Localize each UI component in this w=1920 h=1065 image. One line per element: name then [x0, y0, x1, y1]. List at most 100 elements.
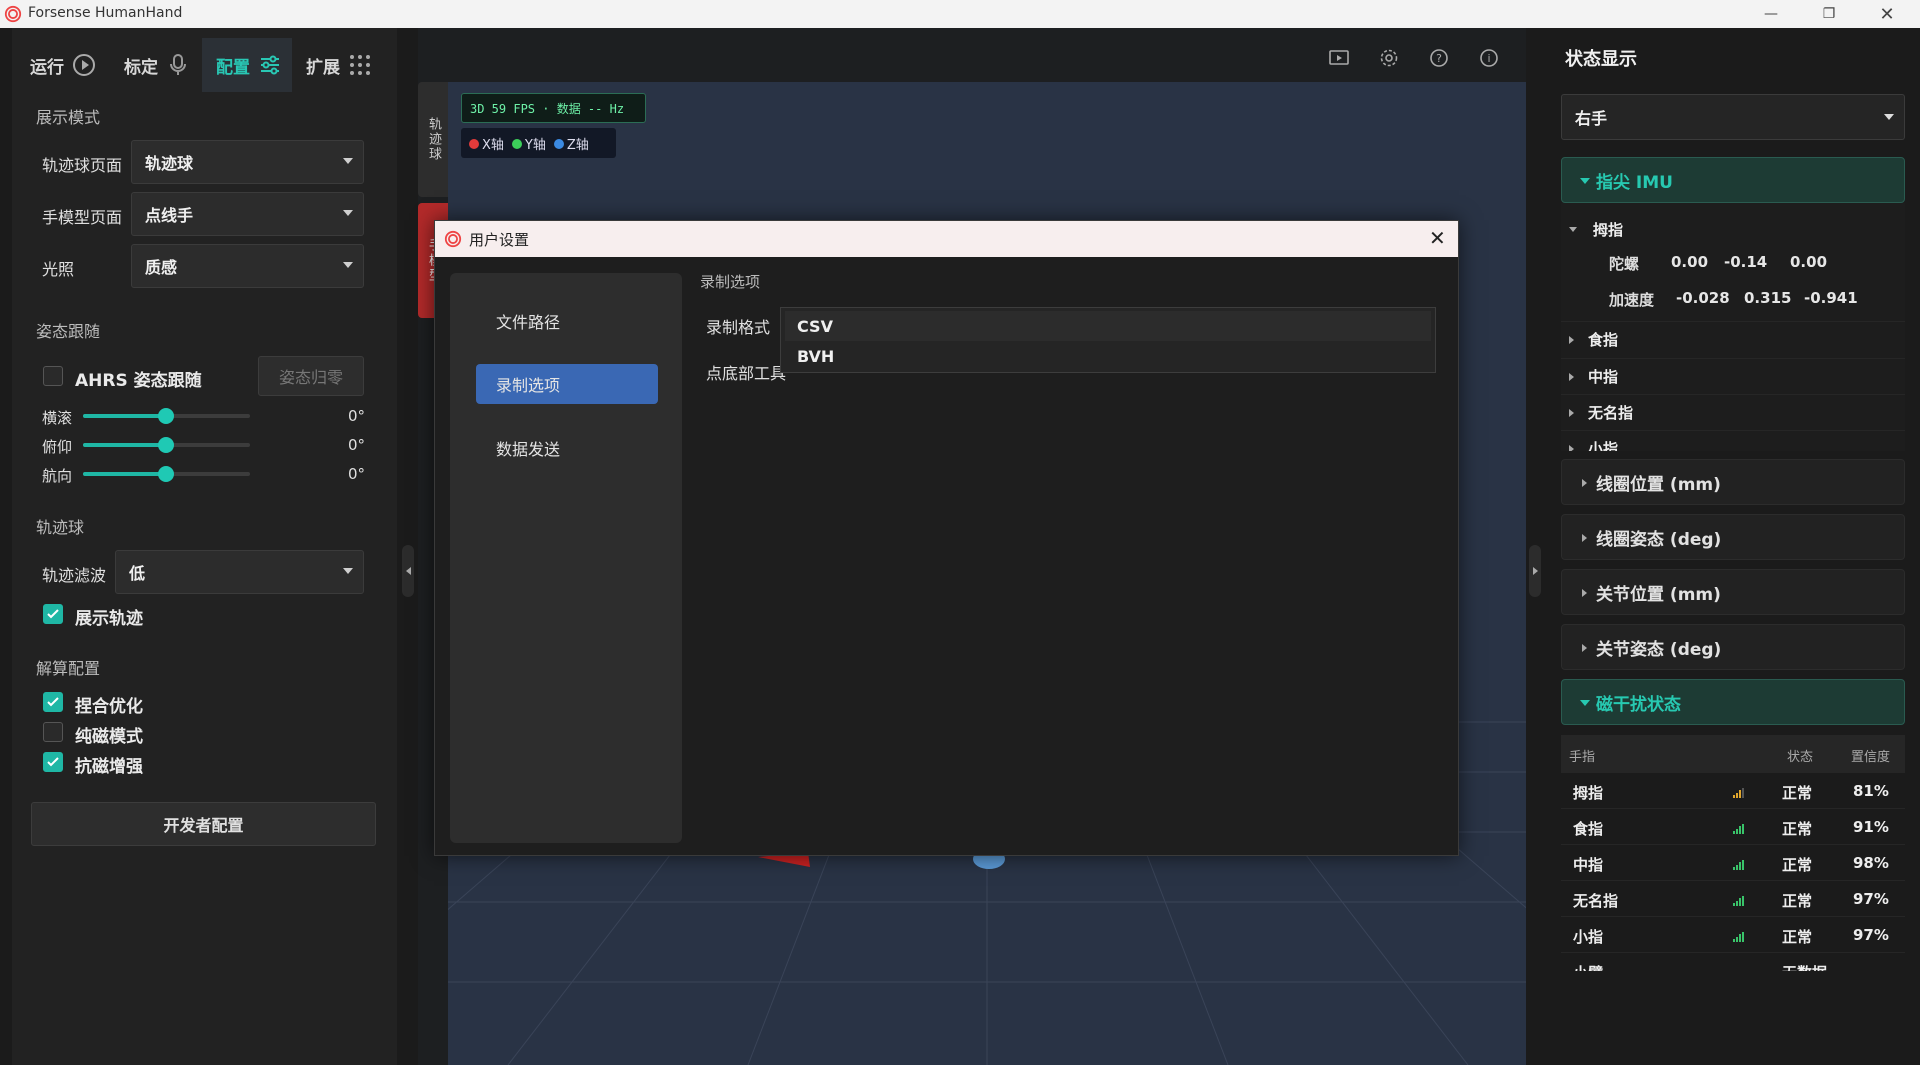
restore-button[interactable]: ❐ — [1800, 0, 1858, 28]
trail-filter-select[interactable]: 低 — [115, 550, 364, 594]
roll-label: 横滚 — [42, 409, 73, 427]
imu-index-row[interactable]: 食指 — [1561, 321, 1905, 357]
axis-legend: X轴 Y轴 Z轴 — [461, 128, 616, 158]
mag-finger: 食指 — [1573, 820, 1604, 838]
mag-status-accordion[interactable]: 磁干扰状态 — [1561, 679, 1905, 725]
pinch-opt-label: 捏合优化 — [75, 697, 143, 717]
joint-attitude-label: 关节姿态 (deg) — [1596, 639, 1722, 660]
ahrs-checkbox[interactable] — [43, 366, 63, 386]
info-icon[interactable]: i — [1478, 47, 1502, 71]
screen-icon[interactable] — [1328, 48, 1352, 70]
pitch-label: 俯仰 — [42, 438, 73, 456]
nav-record-options[interactable]: 录制选项 — [476, 364, 658, 404]
anti-mag-label: 抗磁增强 — [75, 757, 143, 777]
developer-config-button[interactable]: 开发者配置 — [31, 802, 376, 846]
tab-config[interactable]: 配置 — [202, 38, 292, 92]
format-option-csv[interactable]: CSV — [785, 311, 1431, 341]
acc-x: -0.028 — [1676, 289, 1730, 307]
display-mode-title: 展示模式 — [36, 108, 101, 127]
signal-bars-icon — [1733, 824, 1744, 834]
pitch-slider-fill — [83, 443, 166, 447]
imu-thumb-row[interactable]: 拇指 — [1561, 211, 1905, 247]
acc-y: 0.315 — [1744, 289, 1792, 307]
dialog-header: 用户设置 ✕ — [435, 221, 1458, 257]
chevron-down-icon — [343, 568, 353, 574]
side-tab-trackball[interactable]: 轨迹球 — [418, 82, 448, 197]
joint-position-label: 关节位置 (mm) — [1596, 584, 1721, 605]
acc-label: 加速度 — [1609, 291, 1655, 309]
roll-slider-fill — [83, 414, 166, 418]
trackball-page-select[interactable]: 轨迹球 — [131, 140, 364, 184]
coil-attitude-accordion[interactable]: 线圈姿态 (deg) — [1561, 514, 1905, 560]
fps-hud: 3D 59 FPS · 数据 -- Hz — [461, 93, 646, 123]
hand-model-page-select[interactable]: 点线手 — [131, 192, 364, 236]
imu-little-label: 小指 — [1588, 440, 1619, 451]
chevron-down-icon — [343, 158, 353, 164]
chevron-down-icon — [343, 262, 353, 268]
tab-calibrate[interactable]: 标定 — [120, 38, 206, 92]
minimize-button[interactable]: — — [1742, 0, 1800, 28]
anti-mag-checkbox[interactable] — [43, 752, 63, 772]
nav-file-path[interactable]: 文件路径 — [476, 301, 658, 341]
pinch-opt-checkbox[interactable] — [43, 692, 63, 712]
roll-slider-knob[interactable] — [158, 408, 174, 424]
tab-calibrate-label: 标定 — [124, 57, 158, 78]
x-axis-legend: X轴 — [469, 134, 504, 153]
imu-little-row[interactable]: 小指 — [1561, 430, 1905, 451]
pose-reset-button[interactable]: 姿态归零 — [258, 356, 364, 396]
mag-finger: 小臂 — [1573, 962, 1603, 971]
pitch-slider-knob[interactable] — [158, 437, 174, 453]
status-title: 状态显示 — [1565, 49, 1637, 70]
coil-attitude-label: 线圈姿态 (deg) — [1596, 529, 1722, 550]
signal-bars-icon — [1733, 932, 1744, 942]
chevron-right-icon — [1582, 534, 1587, 542]
table-row: 小指 正常 97% — [1561, 917, 1905, 953]
pure-mag-label: 纯磁模式 — [75, 727, 143, 747]
close-window-button[interactable]: ✕ — [1858, 0, 1916, 28]
mag-status: 正常 — [1782, 856, 1813, 874]
tab-run[interactable]: 运行 — [26, 38, 114, 92]
gear-icon[interactable] — [1378, 47, 1402, 71]
tab-config-label: 配置 — [216, 57, 250, 78]
right-collapse-handle[interactable] — [1529, 545, 1541, 597]
chevron-right-icon — [1569, 372, 1574, 381]
gyro-z: 0.00 — [1790, 253, 1828, 271]
yaw-slider-knob[interactable] — [158, 466, 174, 482]
window-titlebar: Forsense HumanHand — ❐ ✕ — [0, 0, 1920, 28]
show-trail-checkbox[interactable] — [43, 604, 63, 624]
imu-ring-row[interactable]: 无名指 — [1561, 394, 1905, 430]
imu-index-label: 食指 — [1588, 331, 1619, 349]
pure-mag-checkbox[interactable] — [43, 722, 63, 742]
chevron-right-icon — [1532, 567, 1538, 575]
tab-extend[interactable]: 扩展 — [302, 38, 392, 92]
app-logo-icon — [444, 230, 462, 248]
pinch-tool-label: 点底部工具 — [706, 364, 787, 383]
hand-select[interactable]: 右手 — [1561, 94, 1905, 140]
lighting-select[interactable]: 质感 — [131, 244, 364, 288]
chevron-right-icon — [1569, 335, 1574, 344]
record-format-dropdown: CSV BVH — [780, 307, 1436, 373]
trackball-page-label: 轨迹球页面 — [42, 156, 123, 175]
dialog-close-icon[interactable]: ✕ — [1429, 226, 1446, 250]
z-axis-dot — [553, 138, 564, 149]
nav-data-send[interactable]: 数据发送 — [476, 428, 658, 468]
imu-middle-row[interactable]: 中指 — [1561, 358, 1905, 394]
format-option-bvh[interactable]: BVH — [785, 341, 1431, 371]
mag-finger: 小指 — [1573, 928, 1604, 946]
joint-attitude-accordion[interactable]: 关节姿态 (deg) — [1561, 624, 1905, 670]
help-icon[interactable]: ? — [1428, 47, 1452, 71]
left-collapse-handle[interactable] — [402, 545, 414, 597]
mag-confidence: 97% — [1853, 890, 1889, 908]
table-row: 中指 正常 98% — [1561, 845, 1905, 881]
imu-accordion[interactable]: 指尖 IMU — [1561, 157, 1905, 203]
coil-position-accordion[interactable]: 线圈位置 (mm) — [1561, 459, 1905, 505]
chevron-right-icon — [1569, 444, 1574, 451]
ahrs-label: AHRS 姿态跟随 — [75, 371, 202, 391]
x-axis-dot — [469, 138, 479, 149]
imu-middle-label: 中指 — [1588, 368, 1619, 386]
signal-bars-icon — [1733, 860, 1744, 870]
microphone-icon — [166, 53, 190, 77]
imu-thumb-label: 拇指 — [1593, 220, 1624, 239]
joint-position-accordion[interactable]: 关节位置 (mm) — [1561, 569, 1905, 615]
pose-follow-title: 姿态跟随 — [36, 322, 101, 341]
